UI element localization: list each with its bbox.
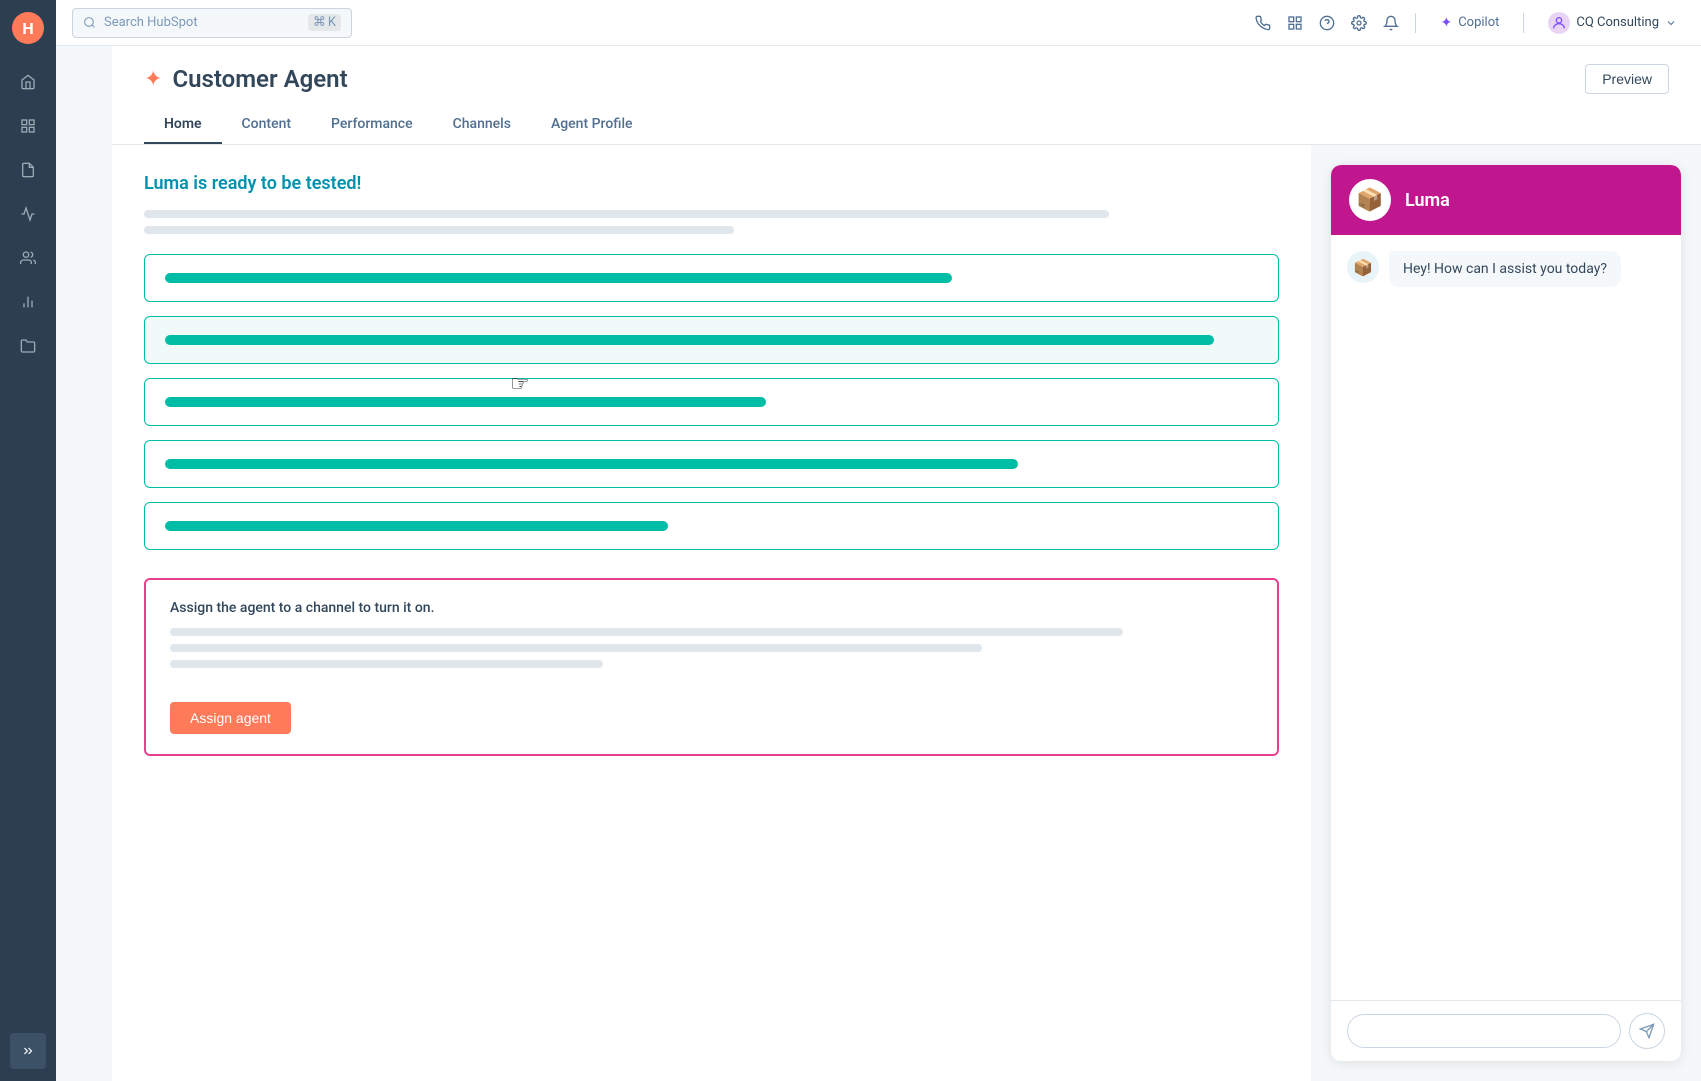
sidebar-expand-button[interactable] [10, 1033, 46, 1069]
content-card-3[interactable] [144, 378, 1279, 426]
assign-placeholder-3 [170, 660, 603, 668]
page-title: ✦ Customer Agent [144, 65, 348, 93]
assign-agent-button[interactable]: Assign agent [170, 702, 291, 734]
chat-send-button[interactable] [1629, 1013, 1665, 1049]
svg-text:H: H [22, 19, 33, 38]
placeholder-line-2 [144, 226, 734, 234]
card-bar-4 [165, 459, 1018, 469]
sidebar-item-contacts[interactable] [10, 152, 46, 188]
content-card-4[interactable] [144, 440, 1279, 488]
hubspot-logo[interactable]: H [12, 12, 44, 44]
sidebar-item-dashboard[interactable] [10, 108, 46, 144]
content-area: Luma is ready to be tested! [112, 145, 1701, 1081]
chat-footer [1331, 1000, 1681, 1061]
placeholder-line-1 [144, 210, 1109, 218]
assign-section-text: Assign the agent to a channel to turn it… [170, 600, 1253, 616]
description-placeholder [144, 210, 1279, 234]
card-bar-2 [165, 335, 1214, 345]
chat-message-1: 📦 Hey! How can I assist you today? [1347, 251, 1665, 287]
content-card-5[interactable] [144, 502, 1279, 550]
assign-placeholder-1 [170, 628, 1123, 636]
tabs: Home Content Performance Channels Agent … [144, 106, 1669, 144]
tab-content[interactable]: Content [222, 106, 312, 144]
content-card-1[interactable] [144, 254, 1279, 302]
assign-placeholder-2 [170, 644, 982, 652]
content-card-2[interactable] [144, 316, 1279, 364]
preview-button[interactable]: Preview [1585, 64, 1669, 94]
sidebar-item-reports[interactable] [10, 196, 46, 232]
tab-performance[interactable]: Performance [311, 106, 433, 144]
page-title-text: Customer Agent [172, 65, 347, 93]
send-icon [1639, 1023, 1655, 1039]
tab-agent-profile[interactable]: Agent Profile [531, 106, 653, 144]
spark-icon: ✦ [144, 67, 162, 92]
card-bar-5 [165, 521, 668, 531]
tab-home[interactable]: Home [144, 106, 222, 144]
chat-header: 📦 Luma [1331, 165, 1681, 235]
chat-body: 📦 Hey! How can I assist you today? [1331, 235, 1681, 1000]
sidebar-item-home[interactable] [10, 64, 46, 100]
chat-agent-name: Luma [1405, 190, 1450, 211]
chat-msg-avatar: 📦 [1347, 251, 1379, 283]
tab-channels[interactable]: Channels [433, 106, 531, 144]
sidebar-item-analytics[interactable] [10, 284, 46, 320]
card-bar-3 [165, 397, 766, 407]
ready-title: Luma is ready to be tested! [144, 173, 1279, 194]
chat-panel: 📦 Luma 📦 Hey! How can I assist you today… [1311, 145, 1701, 1081]
chat-avatar: 📦 [1349, 179, 1391, 221]
sidebar-item-people[interactable] [10, 240, 46, 276]
sidebar: H [0, 0, 56, 1081]
page-title-row: ✦ Customer Agent Preview [144, 64, 1669, 94]
sidebar-item-files[interactable] [10, 328, 46, 364]
assign-placeholders [170, 628, 1253, 668]
chat-bubble-1: Hey! How can I assist you today? [1389, 251, 1621, 287]
chat-input[interactable] [1347, 1014, 1621, 1048]
assign-section: Assign the agent to a channel to turn it… [144, 578, 1279, 756]
main-container: Search HubSpot ⌘K ✦ Co [112, 46, 1701, 1081]
main-content: Luma is ready to be tested! [112, 145, 1311, 1081]
chat-window: 📦 Luma 📦 Hey! How can I assist you today… [1331, 165, 1681, 1061]
card-bar-1 [165, 273, 952, 283]
page-header: ✦ Customer Agent Preview Home Content Pe… [112, 46, 1701, 145]
